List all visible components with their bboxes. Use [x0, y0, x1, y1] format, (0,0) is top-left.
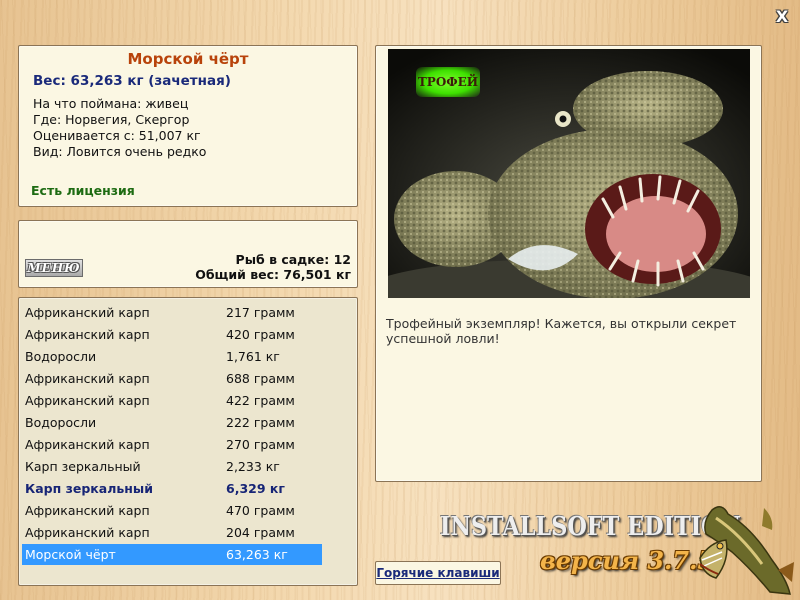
catch-list-item[interactable]: Африканский карп 270 грамм — [22, 434, 322, 455]
fish-photo: ТРОФЕЙ — [388, 49, 750, 298]
location-detail: Где: Норвегия, Скергор — [33, 112, 190, 127]
value-detail: Оценивается с: 51,007 кг — [33, 128, 201, 143]
catch-fish-weight: 422 грамм — [226, 393, 295, 408]
catch-fish-weight: 270 грамм — [226, 437, 295, 452]
pike-fish-logo — [699, 506, 794, 595]
license-status: Есть лицензия — [31, 183, 135, 198]
species-detail: Вид: Ловится очень редко — [33, 144, 207, 159]
catch-list-item[interactable]: Африканский карп 422 грамм — [22, 390, 322, 411]
catch-fish-name: Морской чёрт — [25, 547, 116, 562]
trophy-badge: ТРОФЕЙ — [416, 67, 480, 97]
version-label: версия 3.7.5 — [540, 546, 715, 575]
catch-fish-name: Африканский карп — [25, 327, 150, 342]
catch-fish-name: Африканский карп — [25, 525, 150, 540]
fish-photo-panel: ТРОФЕЙ Трофейный экземпляр! Кажется, вы … — [375, 45, 762, 482]
close-button[interactable]: X — [772, 8, 792, 26]
catch-fish-weight: 420 грамм — [226, 327, 295, 342]
catch-fish-weight: 222 грамм — [226, 415, 295, 430]
fish-count: Рыб в садке: 12 — [235, 252, 351, 267]
menu-button[interactable]: МЕНЮ — [25, 259, 83, 277]
fish-info-panel: Морской чёрт Вес: 63,263 кг (зачетная) Н… — [18, 45, 358, 207]
catch-list-item[interactable]: Морской чёрт 63,263 кг — [22, 544, 322, 565]
bait-detail: На что поймана: живец — [33, 96, 189, 111]
fish-weight: Вес: 63,263 кг (зачетная) — [33, 73, 231, 89]
cage-summary-panel: МЕНЮ Рыб в садке: 12 Общий вес: 76,501 к… — [18, 220, 358, 288]
catch-list-item[interactable]: Водоросли 1,761 кг — [22, 346, 322, 367]
catch-list-item[interactable]: Африканский карп 688 грамм — [22, 368, 322, 389]
catch-list: Африканский карп 217 грамм Африканский кар… — [18, 297, 358, 586]
total-weight: Общий вес: 76,501 кг — [195, 267, 351, 282]
catch-fish-name: Водоросли — [25, 415, 97, 430]
catch-fish-weight: 6,329 кг — [226, 481, 285, 496]
photo-caption: Трофейный экземпляр! Кажется, вы открыли… — [386, 316, 737, 346]
catch-list-item[interactable]: Африканский карп 470 грамм — [22, 500, 322, 521]
catch-fish-name: Карп зеркальный — [25, 459, 141, 474]
hotkeys-button[interactable]: Горячие клавиши — [375, 561, 501, 585]
catch-fish-weight: 204 грамм — [226, 525, 295, 540]
catch-fish-name: Африканский карп — [25, 371, 150, 386]
catch-fish-name: Африканский карп — [25, 305, 150, 320]
catch-fish-weight: 2,233 кг — [226, 459, 280, 474]
catch-list-item[interactable]: Африканский карп 420 грамм — [22, 324, 322, 345]
catch-list-item[interactable]: Карп зеркальный 6,329 кг — [22, 478, 322, 499]
catch-fish-name: Африканский карп — [25, 393, 150, 408]
catch-fish-name: Африканский карп — [25, 437, 150, 452]
catch-fish-weight: 217 грамм — [226, 305, 295, 320]
fish-name: Морской чёрт — [127, 50, 249, 68]
catch-fish-weight: 63,263 кг — [226, 547, 288, 562]
catch-list-item[interactable]: Водоросли 222 грамм — [22, 412, 322, 433]
catch-list-item[interactable]: Карп зеркальный 2,233 кг — [22, 456, 322, 477]
catch-fish-name: Водоросли — [25, 349, 97, 364]
catch-list-item[interactable]: Африканский карп 204 грамм — [22, 522, 322, 543]
catch-fish-weight: 470 грамм — [226, 503, 295, 518]
catch-fish-name: Африканский карп — [25, 503, 150, 518]
catch-fish-name: Карп зеркальный — [25, 481, 153, 496]
catch-fish-weight: 688 грамм — [226, 371, 295, 386]
catch-fish-weight: 1,761 кг — [226, 349, 280, 364]
catch-list-item[interactable]: Африканский карп 217 грамм — [22, 302, 322, 323]
